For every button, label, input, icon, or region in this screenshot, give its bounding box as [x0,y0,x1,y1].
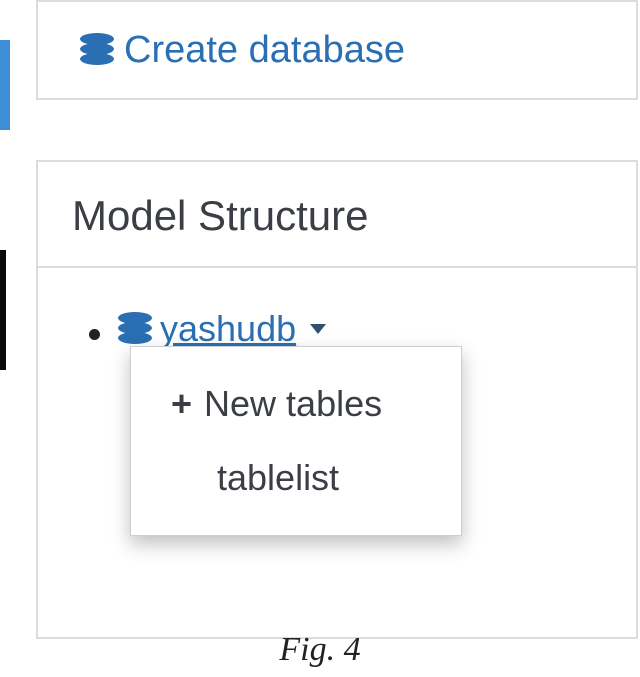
caret-down-icon[interactable] [310,324,326,334]
model-structure-title: Model Structure [38,162,636,268]
database-dropdown: + New tables tablelist [130,346,462,536]
new-tables-item[interactable]: + New tables [131,367,461,441]
left-rail-dark [0,250,6,370]
create-database-card: Create database [36,0,638,100]
create-database-label: Create database [124,29,405,72]
database-icon [80,33,114,67]
left-rail-accent [0,40,10,130]
tablelist-item[interactable]: tablelist [131,441,461,515]
database-icon [118,312,152,346]
figure-caption: Fig. 4 [0,631,640,669]
new-tables-label: New tables [204,383,382,425]
model-structure-body: yashudb placeholder + New tables tableli… [38,268,636,637]
plus-icon: + [171,386,192,422]
tablelist-label: tablelist [217,457,339,499]
model-structure-panel: Model Structure yashudb placeholder [36,160,638,639]
database-link-yashudb[interactable]: yashudb [160,308,296,350]
create-database-button[interactable]: Create database [80,29,405,72]
